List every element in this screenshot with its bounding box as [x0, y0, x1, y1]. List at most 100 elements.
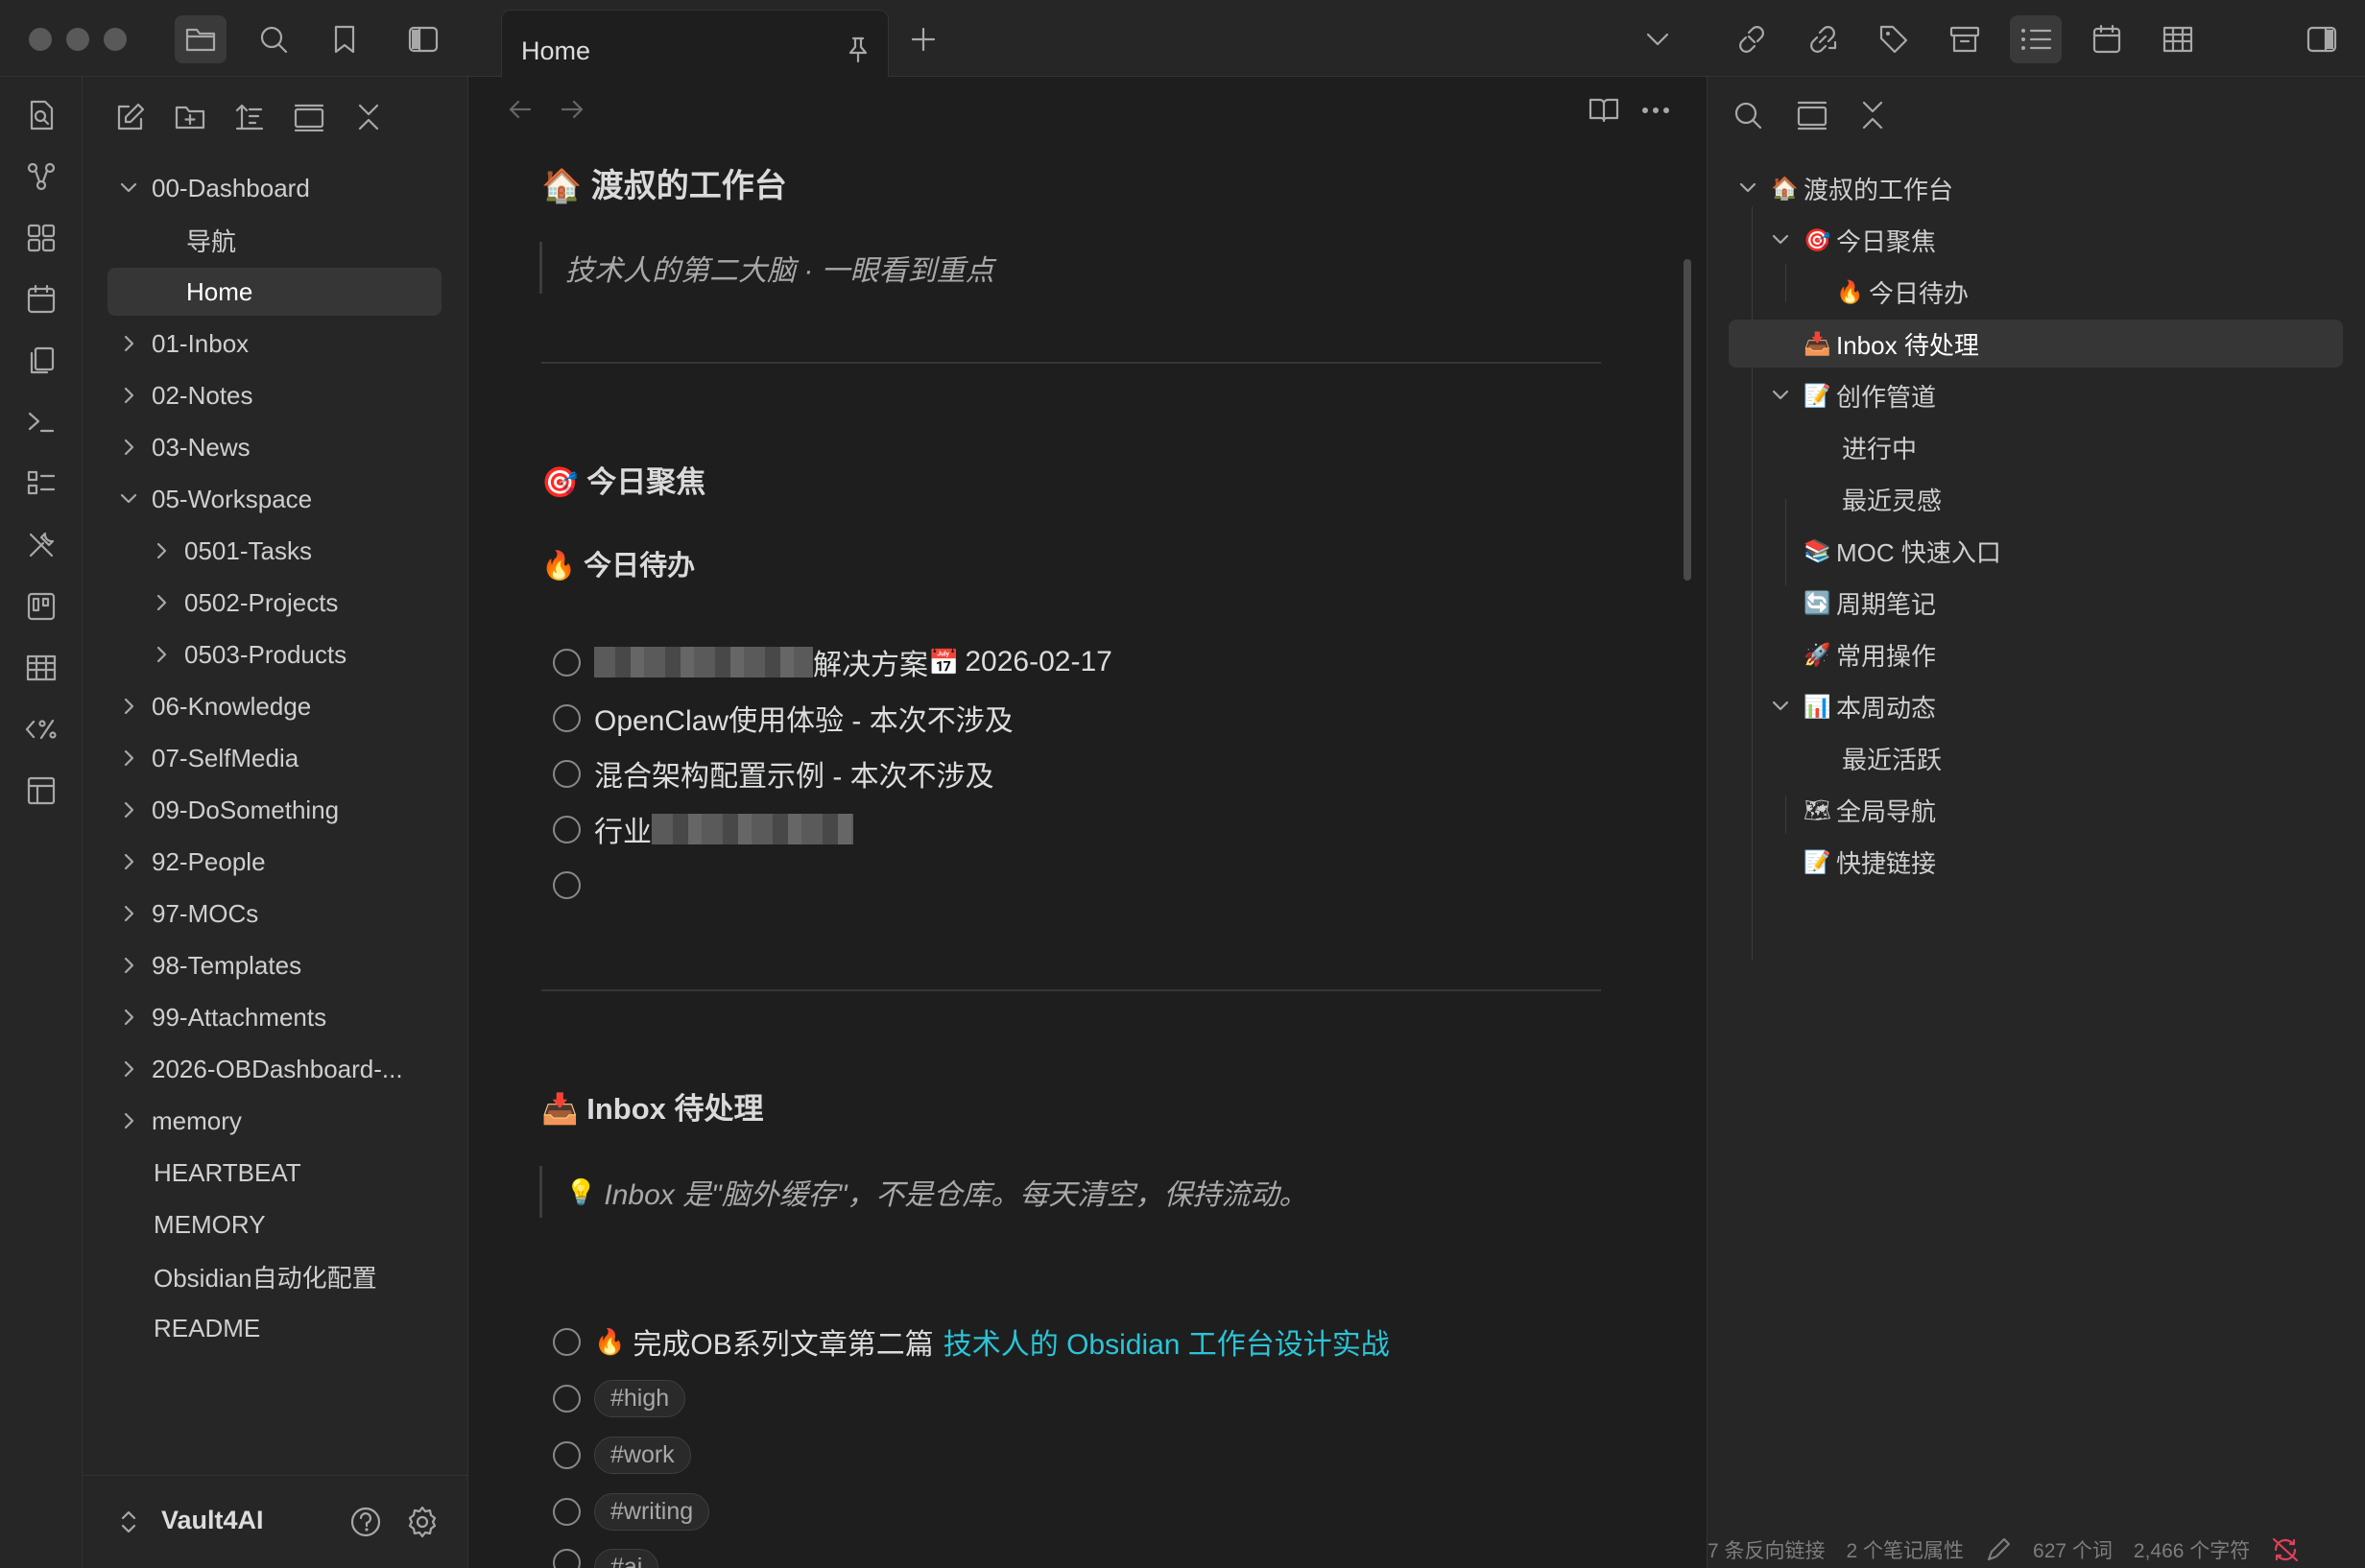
todo-item[interactable]: 混合架构配置示例 - 本次不涉及 — [553, 749, 994, 797]
outline-item[interactable]: 🚀 常用操作 — [1804, 630, 1936, 678]
tree-folder-memory[interactable]: memory — [119, 1097, 369, 1145]
outline-item[interactable]: 进行中 — [1842, 423, 1917, 471]
todo-item[interactable] — [553, 861, 594, 909]
tag-pill[interactable]: #work — [594, 1436, 691, 1474]
tag-pill[interactable]: #ai — [594, 1549, 659, 1568]
ribbon-tasks[interactable] — [24, 466, 59, 501]
tree-folder-projects[interactable]: 0502-Projects — [152, 579, 401, 627]
tree-folder-selfmedia[interactable]: 07-SelfMedia — [119, 734, 369, 782]
outline-item[interactable]: 最近灵感 — [1842, 475, 1942, 523]
task-checkbox[interactable] — [553, 815, 581, 843]
tree-file-nav[interactable]: 导航 — [186, 216, 378, 264]
tree-folder-inbox[interactable]: 01-Inbox — [119, 320, 369, 368]
tree-file-memory[interactable]: MEMORY — [154, 1200, 403, 1248]
toggle-right-sidebar-button[interactable] — [2296, 15, 2348, 63]
task-checkbox[interactable] — [553, 759, 581, 788]
pencil-icon[interactable] — [1985, 1536, 2012, 1563]
tree-folder-products[interactable]: 0503-Products — [152, 630, 401, 678]
tree-folder-obdashboard[interactable]: 2026-OBDashboard-... — [119, 1045, 445, 1093]
outline-collapse-button[interactable] — [1859, 100, 1886, 131]
ribbon-code[interactable] — [24, 712, 59, 747]
calendar-button[interactable] — [2081, 15, 2133, 63]
ribbon-quick-switcher[interactable] — [24, 98, 59, 132]
minimize-window-button[interactable] — [66, 28, 89, 51]
vault-switcher[interactable] — [119, 1509, 138, 1535]
task-checkbox[interactable] — [553, 1327, 581, 1356]
inbox-task[interactable]: #high — [553, 1374, 686, 1422]
tree-folder-dashboard[interactable]: 00-Dashboard — [119, 164, 369, 212]
forward-button[interactable] — [559, 98, 585, 121]
status-properties[interactable]: 2 个笔记属性 — [1847, 1535, 1965, 1564]
outgoing-links-button[interactable] — [1797, 15, 1849, 63]
back-button[interactable] — [507, 98, 534, 121]
tree-folder-workspace[interactable]: 05-Workspace — [119, 475, 369, 523]
internal-link[interactable]: 技术人的 Obsidian 工作台设计实战 — [944, 1320, 1390, 1363]
task-checkbox[interactable] — [553, 870, 581, 899]
tree-folder-attachments[interactable]: 99-Attachments — [119, 993, 407, 1041]
status-backlinks[interactable]: 7 条反向链接 — [1708, 1535, 1826, 1564]
outline-item[interactable]: 🔄 周期笔记 — [1804, 579, 1936, 627]
new-note-button[interactable] — [111, 98, 150, 136]
inbox-task[interactable]: #writing — [553, 1487, 710, 1535]
reading-view-button[interactable] — [1588, 96, 1620, 123]
toggle-left-sidebar-button[interactable] — [397, 15, 449, 63]
ribbon-daily-note[interactable] — [24, 282, 59, 317]
ribbon-kanban[interactable] — [24, 589, 59, 624]
outline-item[interactable]: 📝 创作管道 — [1771, 371, 1936, 419]
tab-home[interactable]: Home — [501, 10, 889, 77]
outline-item[interactable]: 🗺 全局导航 — [1804, 786, 1936, 834]
auto-reveal-button[interactable] — [290, 98, 328, 136]
settings-button[interactable] — [405, 1505, 440, 1539]
tree-folder-dosomething[interactable]: 09-DoSomething — [119, 786, 388, 834]
collapse-all-button[interactable] — [349, 98, 388, 136]
tree-folder-people[interactable]: 92-People — [119, 838, 369, 886]
ribbon-templates[interactable] — [24, 344, 59, 378]
outline-item[interactable]: 最近活跃 — [1842, 734, 1942, 782]
inbox-task[interactable]: 🔥 完成OB系列文章第二篇 技术人的 Obsidian 工作台设计实战 — [553, 1318, 1390, 1366]
tree-folder-templates[interactable]: 98-Templates — [119, 941, 388, 989]
tag-pill[interactable]: #writing — [594, 1492, 710, 1531]
task-checkbox[interactable] — [553, 1549, 581, 1568]
todo-item[interactable]: OpenClaw使用体验 - 本次不涉及 — [553, 694, 1014, 742]
tree-folder-news[interactable]: 03-News — [119, 423, 369, 471]
task-checkbox[interactable] — [553, 1440, 581, 1469]
archive-button[interactable] — [1939, 15, 1991, 63]
zoom-window-button[interactable] — [104, 28, 127, 51]
outline-item-current[interactable]: 📥 Inbox 待处理 — [1729, 320, 2343, 368]
tags-button[interactable] — [1868, 15, 1920, 63]
ribbon-graph-view[interactable] — [24, 159, 59, 194]
outline-item[interactable]: 🏠 渡叔的工作台 — [1738, 164, 1953, 212]
outline-item[interactable]: 📝 快捷链接 — [1804, 838, 1936, 886]
pin-icon[interactable] — [846, 36, 871, 64]
tree-file-heartbeat[interactable]: HEARTBEAT — [154, 1149, 403, 1197]
outline-search-button[interactable] — [1732, 100, 1763, 131]
help-button[interactable] — [348, 1505, 383, 1539]
todo-item[interactable]: 行业 — [553, 805, 853, 853]
backlinks-button[interactable] — [1726, 15, 1778, 63]
task-checkbox[interactable] — [553, 1384, 581, 1413]
inbox-task[interactable]: #work — [553, 1431, 691, 1479]
outline-item[interactable]: 🎯 今日聚焦 — [1771, 216, 1936, 264]
outline-item[interactable]: 🔥 今日待办 — [1836, 268, 1969, 316]
search-view-button[interactable] — [248, 15, 299, 63]
sort-button[interactable] — [230, 98, 269, 136]
task-checkbox[interactable] — [553, 1497, 581, 1526]
tree-folder-tasks[interactable]: 0501-Tasks — [152, 527, 401, 575]
ribbon-tools[interactable] — [24, 528, 59, 562]
todo-item[interactable]: 解决方案 📅 2026-02-17 — [553, 638, 1112, 686]
editor-scrollbar[interactable] — [1684, 259, 1691, 581]
tree-folder-knowledge[interactable]: 06-Knowledge — [119, 682, 369, 730]
task-checkbox[interactable] — [553, 703, 581, 732]
outline-button[interactable] — [2010, 15, 2062, 63]
close-window-button[interactable] — [29, 28, 52, 51]
new-folder-button[interactable] — [171, 98, 209, 136]
ribbon-database[interactable] — [24, 651, 59, 685]
inbox-task[interactable]: #ai — [553, 1541, 659, 1568]
tab-list-button[interactable] — [1632, 15, 1684, 63]
outline-item[interactable]: 📊 本周动态 — [1771, 682, 1936, 730]
tree-file-readme[interactable]: README — [154, 1304, 403, 1352]
bookmarks-view-button[interactable] — [319, 15, 370, 63]
ribbon-command-palette[interactable] — [24, 405, 59, 440]
tree-folder-notes[interactable]: 02-Notes — [119, 371, 369, 419]
tag-pill[interactable]: #high — [594, 1379, 686, 1417]
